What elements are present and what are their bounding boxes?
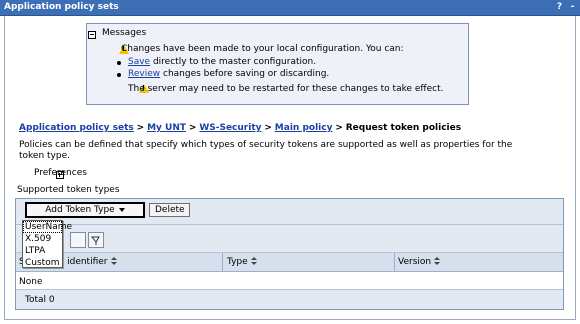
dropdown-option-custom[interactable]: Custom	[23, 257, 62, 269]
breadcrumb-separator: >	[136, 123, 145, 133]
breadcrumb-main-policy[interactable]: Main policy	[275, 123, 333, 133]
collapse-icon[interactable]	[88, 30, 96, 39]
select-all-icon[interactable]	[70, 232, 86, 248]
column-header-type[interactable]: Type	[227, 257, 258, 267]
total-count: Total 0	[25, 295, 55, 305]
deselect-all-icon[interactable]	[88, 232, 104, 248]
column-header-version[interactable]: Version	[398, 257, 441, 267]
breadcrumb: Application policy sets > My UNT > WS-Se…	[19, 123, 461, 133]
review-line: Review changes before saving or discardi…	[128, 69, 329, 79]
save-text: directly to the master configuration.	[152, 57, 317, 67]
table-row	[16, 272, 563, 290]
window-titlebar: Application policy sets ? -	[0, 0, 580, 16]
page-description-line1: Policies can be defined that specify whi…	[19, 140, 513, 150]
sort-icon	[110, 257, 118, 266]
save-line: Save directly to the master configuratio…	[128, 57, 316, 67]
breadcrumb-current: Request token policies	[345, 123, 462, 133]
messages-header: Messages	[102, 28, 147, 38]
breadcrumb-my-unt[interactable]: My UNT	[147, 123, 186, 133]
breadcrumb-application-policy-sets[interactable]: Application policy sets	[19, 123, 134, 133]
token-type-dropdown[interactable]: UserName X.509 LTPA Custom	[22, 220, 72, 269]
breadcrumb-separator: >	[188, 123, 197, 133]
window-title: Application policy sets	[4, 2, 119, 12]
breadcrumb-separator: >	[264, 123, 272, 133]
help-icon[interactable]: ?	[554, 2, 565, 13]
bullet-icon	[117, 73, 121, 77]
review-link[interactable]: Review	[128, 69, 160, 79]
bullet-icon	[117, 61, 121, 65]
sort-icon	[434, 257, 441, 266]
minimize-icon[interactable]: -	[567, 2, 578, 13]
dropdown-option-username[interactable]: UserName	[23, 221, 72, 233]
breadcrumb-ws-security[interactable]: WS-Security	[199, 123, 261, 133]
add-token-type-button[interactable]: Add Token Type	[25, 202, 145, 218]
breadcrumb-separator: >	[335, 123, 343, 133]
dropdown-option-x509[interactable]: X.509	[23, 233, 62, 245]
dropdown-option-ltpa[interactable]: LTPA	[23, 245, 62, 257]
add-token-type-label: Add Token Type	[45, 205, 115, 215]
preferences-label[interactable]: Preferences	[34, 168, 87, 178]
changes-message: Changes have been made to your local con…	[121, 44, 404, 54]
restart-warning: The server may need to be restarted for …	[128, 84, 444, 94]
sort-icon	[250, 257, 258, 266]
page-description-line2: token type.	[19, 151, 70, 161]
table-footer	[16, 290, 563, 309]
review-text: changes before saving or discarding.	[163, 69, 330, 79]
chevron-down-icon	[118, 207, 125, 212]
save-link[interactable]: Save	[128, 57, 150, 67]
section-title: Supported token types	[17, 185, 120, 195]
delete-button[interactable]: Delete	[149, 203, 190, 217]
empty-table-text: None	[19, 277, 43, 287]
